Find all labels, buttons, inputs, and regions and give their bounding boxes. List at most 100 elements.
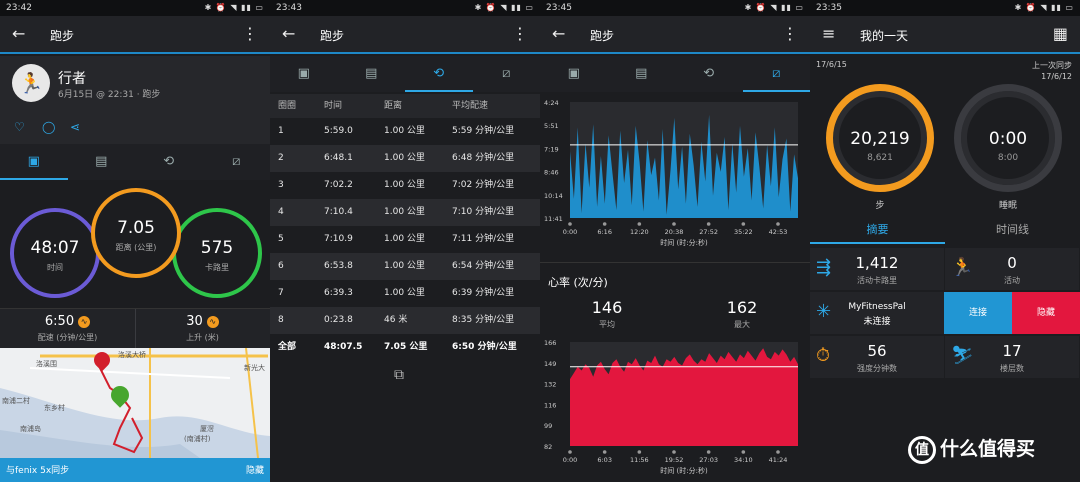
hide-button[interactable]: 隐藏: [1012, 292, 1080, 334]
tab-charts-icon[interactable]: ⧄: [203, 144, 271, 180]
like-heart-icon[interactable]: ♡: [14, 120, 25, 134]
tab-charts-icon[interactable]: ⧄: [742, 56, 810, 92]
share-icon[interactable]: ⋖: [70, 120, 80, 134]
lap-cell: 8:35 分钟/公里: [452, 315, 515, 325]
back-arrow-icon[interactable]: ←: [552, 24, 565, 43]
hr-avg-stat: 146 平均: [572, 298, 642, 330]
x-tick-label: 34:10: [734, 456, 753, 464]
tab-timeline[interactable]: 时间线: [945, 218, 1080, 244]
steps-ring[interactable]: 20,219 8,621: [826, 84, 934, 192]
lap-cell: 7:02.2: [324, 180, 353, 190]
page-title: 我的一天: [860, 29, 909, 43]
back-arrow-icon[interactable]: ←: [282, 24, 295, 43]
sleep-goal: 8:00: [997, 153, 1019, 163]
x-tick-mark: [602, 450, 607, 454]
table-row[interactable]: 3 7:02.2 1.00 公里 7:02 分钟/公里: [270, 172, 540, 199]
lap-cell: 6:50 分钟/公里: [452, 342, 517, 352]
y-tick-label: 11:41: [544, 215, 563, 223]
active-calories-label: 活动卡路里: [857, 276, 897, 285]
table-row[interactable]: 2 6:48.1 1.00 公里 6:48 分钟/公里: [270, 145, 540, 172]
tab-details-icon[interactable]: ▤: [608, 56, 676, 92]
lap-cell: 1.00 公里: [384, 288, 425, 298]
map-label: 新光大: [244, 364, 265, 372]
back-arrow-icon[interactable]: ←: [12, 24, 25, 43]
activities-value: 0: [1007, 254, 1017, 272]
floors-tile[interactable]: ⛷ 17 楼层数: [945, 336, 1079, 378]
tab-charts-icon[interactable]: ⧄: [473, 56, 541, 92]
map-label: 东乡村: [44, 404, 65, 412]
app-bar: ← 跑步 ⋮: [0, 16, 270, 54]
screen-laps: 23:43 ✱ ⏰ ◥ ▮▮ ▭ ← 跑步 ⋮ ▣ ▤ ⟲ ⧄ 圈圈 时间 距离…: [270, 0, 540, 482]
lap-cell: 1.00 公里: [384, 180, 425, 190]
x-tick-label: 20:38: [665, 228, 684, 236]
activity-header: 🏃 行者 6月15日 @ 22:31 · 跑步 ♡ ◯ ⋖: [0, 56, 270, 144]
copy-icon[interactable]: ⧉: [394, 367, 404, 383]
runner-avatar-icon: 🏃: [12, 64, 50, 102]
ascent-label: 上升 (米): [186, 333, 219, 342]
status-time: 23:35: [816, 3, 842, 13]
intensity-minutes-tile[interactable]: ⏱ 56 强度分钟数: [810, 336, 944, 378]
tab-laps-icon[interactable]: ⟲: [135, 144, 203, 180]
tab-overview-icon[interactable]: ▣: [270, 56, 338, 92]
steps-goal: 8,621: [867, 153, 893, 163]
page-title: 跑步: [50, 29, 75, 43]
tab-overview-icon[interactable]: ▣: [0, 144, 68, 180]
hide-sync-button[interactable]: 隐藏: [246, 463, 264, 476]
activity-meta: 6月15日 @ 22:31 · 跑步: [58, 90, 161, 100]
last-sync-date: 17/6/12: [1041, 72, 1072, 81]
steps-value: 20,219: [850, 129, 910, 149]
y-tick-label: 99: [544, 422, 552, 430]
x-tick-label: 11:56: [630, 456, 649, 464]
active-calories-tile[interactable]: ⇶ 1,412 活动卡路里: [810, 248, 944, 290]
more-menu-icon[interactable]: ⋮: [512, 24, 528, 43]
y-tick-label: 10:14: [544, 192, 563, 200]
table-row[interactable]: 7 6:39.3 1.00 公里 6:39 分钟/公里: [270, 280, 540, 307]
x-tick-label: 35:22: [734, 228, 753, 236]
map-label: 洛溪大桥: [118, 351, 146, 359]
tab-details-icon[interactable]: ▤: [68, 144, 136, 180]
tab-details-icon[interactable]: ▤: [338, 56, 406, 92]
more-menu-icon[interactable]: ⋮: [782, 24, 798, 43]
comment-icon[interactable]: ◯: [42, 120, 55, 134]
watermark: 值什么值得买: [908, 434, 1035, 464]
activities-tile[interactable]: 🏃 0 活动: [945, 248, 1079, 290]
hamburger-menu-icon[interactable]: ≡: [822, 24, 835, 43]
table-row[interactable]: 1 5:59.0 1.00 公里 5:59 分钟/公里: [270, 118, 540, 145]
y-tick-label: 5:51: [544, 122, 559, 130]
table-row[interactable]: 5 7:10.9 1.00 公里 7:11 分钟/公里: [270, 226, 540, 253]
x-tick-label: 27:52: [699, 228, 718, 236]
app-bar: ← 跑步 ⋮: [540, 16, 810, 54]
tab-overview-icon[interactable]: ▣: [540, 56, 608, 92]
header-lap: 圈圈: [278, 101, 297, 111]
x-tick-label: 6:03: [597, 456, 612, 464]
x-tick-label: 41:24: [769, 456, 788, 464]
lap-cell: 6: [278, 261, 284, 271]
more-menu-icon[interactable]: ⋮: [242, 24, 258, 43]
connect-button[interactable]: 连接: [944, 292, 1012, 334]
screen-my-day: 23:35 ✱ ⏰ ◥ ▮▮ ▭ ≡ 我的一天 ▦ 17/6/15 上一次同步 …: [810, 0, 1080, 482]
intensity-minutes-label: 强度分钟数: [857, 364, 897, 373]
tab-laps-icon[interactable]: ⟲: [405, 56, 473, 92]
sleep-ring[interactable]: 0:00 8:00: [954, 84, 1062, 192]
tab-laps-icon[interactable]: ⟲: [675, 56, 743, 92]
heart-rate-chart[interactable]: 82 99 116 132 149 166 0:00 6:03 11:56 19:52 27:03 3…: [540, 334, 810, 482]
tab-summary[interactable]: 摘要: [810, 218, 945, 244]
x-axis-label: 时间 (时:分:秒): [660, 238, 708, 247]
intensity-minutes-value: 56: [867, 342, 887, 360]
x-tick-label: 0:00: [563, 228, 578, 236]
lap-total-row[interactable]: 全部 48:07.5 7.05 公里 6:50 分钟/公里: [270, 334, 540, 361]
x-tick-mark: [672, 450, 676, 454]
activity-name[interactable]: 行者: [58, 68, 86, 88]
table-row[interactable]: 4 7:10.4 1.00 公里 7:10 分钟/公里: [270, 199, 540, 226]
current-date: 17/6/15: [816, 60, 847, 69]
lap-cell: 2: [278, 153, 284, 163]
route-map[interactable]: 洛溪大桥 洛溪围 新光大 东乡村 南浦二村 南浦岛 厦滘 (南浦村): [0, 348, 270, 458]
grid-view-icon[interactable]: ▦: [1053, 24, 1068, 43]
lap-cell: 5:59 分钟/公里: [452, 126, 515, 136]
myfitnesspal-tile[interactable]: ✳ MyFitnessPal 未连接: [810, 292, 944, 334]
table-row[interactable]: 6 6:53.8 1.00 公里 6:54 分钟/公里: [270, 253, 540, 280]
laps-table-header: 圈圈 时间 距离 平均配速: [270, 94, 540, 118]
pace-chart[interactable]: 4:24 5:51 7:19 8:46 10:14 11:410:00 6:16 12:20 2…: [540, 94, 810, 254]
lap-cell: 6:48 分钟/公里: [452, 153, 515, 163]
table-row[interactable]: 8 0:23.8 46 米 8:35 分钟/公里: [270, 307, 540, 334]
